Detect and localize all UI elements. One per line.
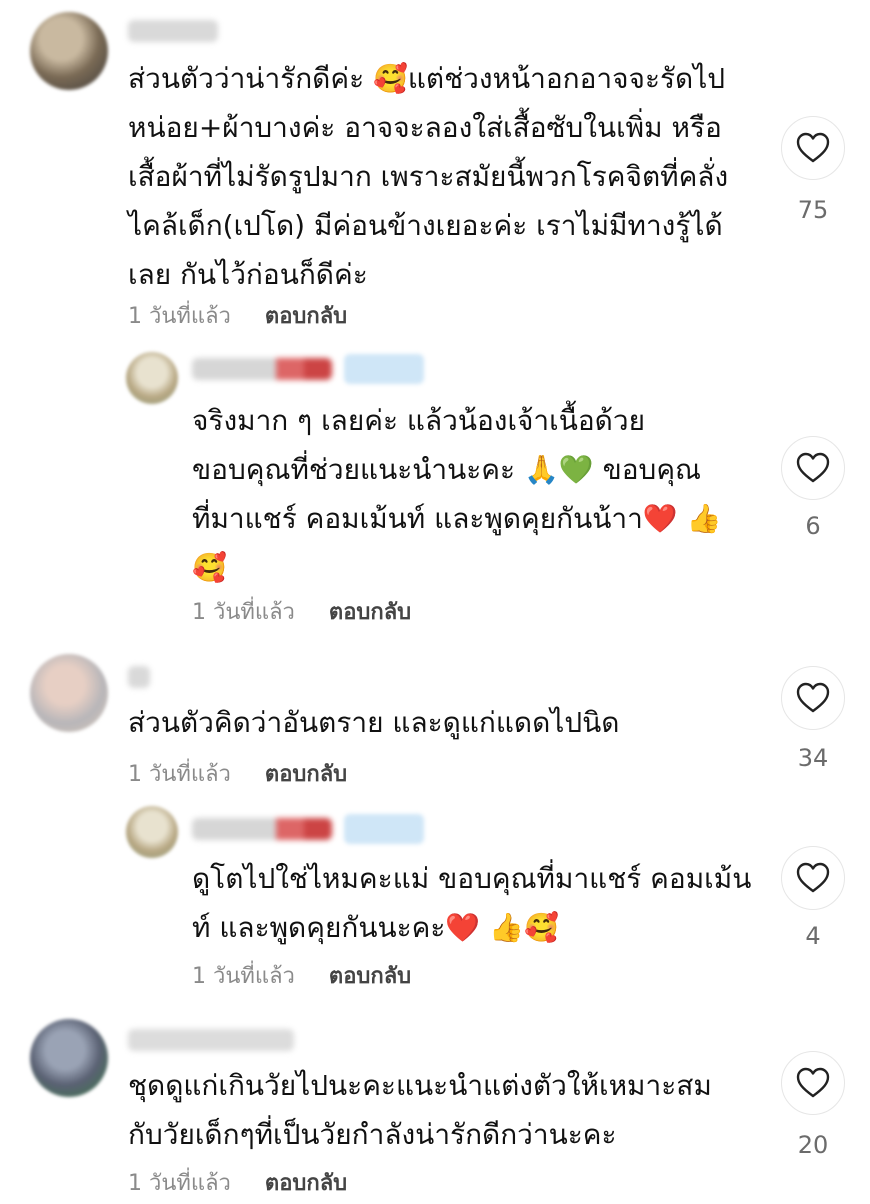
timestamp: 1 วันที่แล้ว: [128, 304, 231, 329]
like-count: 6: [805, 512, 821, 540]
heart-outline-icon: [796, 1067, 830, 1098]
heart-outline-icon: [796, 132, 830, 163]
reply-button[interactable]: ตอบกลับ: [329, 958, 411, 993]
timestamp: 1 วันที่แล้ว: [192, 964, 295, 989]
reply-button[interactable]: ตอบกลับ: [265, 298, 347, 333]
like-count: 34: [797, 744, 829, 772]
author-badge-blurred: [344, 814, 424, 844]
comment-text: จริงมาก ๆ เลยค่ะ แล้วน้องเจ้าเนื้อด้วย ข…: [192, 404, 722, 584]
reply-button[interactable]: ตอบกลับ: [329, 594, 411, 629]
reply-comment: จริงมาก ๆ เลยค่ะ แล้วน้องเจ้าเนื้อด้วย ข…: [0, 340, 870, 640]
comment-text: ชุดดูแก่เกินวัยไปนะคะแนะนำแต่งตัวให้เหมา…: [128, 1069, 712, 1151]
like-count: 4: [805, 922, 821, 950]
comment-text: ส่วนตัวคิดว่าอันตราย และดูแก่แดดไปนิด: [128, 706, 620, 739]
timestamp: 1 วันที่แล้ว: [128, 762, 231, 787]
heart-outline-icon: [796, 452, 830, 483]
like-count: 75: [797, 196, 829, 224]
like-button[interactable]: [781, 1051, 845, 1115]
comment-meta: 1 วันที่แล้ว ตอบกลับ: [192, 594, 411, 629]
comment-meta: 1 วันที่แล้ว ตอบกลับ: [128, 756, 347, 791]
username-blurred[interactable]: [128, 20, 218, 42]
author-badge-blurred: [344, 354, 424, 384]
comment-meta: 1 วันที่แล้ว ตอบกลับ: [128, 298, 347, 333]
avatar[interactable]: [30, 12, 108, 90]
like-button[interactable]: [781, 116, 845, 180]
username-blurred[interactable]: [192, 818, 332, 840]
like-button[interactable]: [781, 846, 845, 910]
comment-meta: 1 วันที่แล้ว ตอบกลับ: [192, 958, 411, 993]
like-count: 20: [797, 1131, 829, 1159]
username-blurred[interactable]: [128, 666, 150, 688]
heart-outline-icon: [796, 862, 830, 893]
comment: ส่วนตัวคิดว่าอันตราย และดูแก่แดดไปนิด 1 …: [0, 640, 870, 800]
comment-text: ส่วนตัวว่าน่ารักดีค่ะ 🥰แต่ช่วงหน้าอกอาจจ…: [128, 62, 729, 291]
reply-comment: ดูโตไปใช่ไหมคะแม่ ขอบคุณที่มาแชร์ คอมเม้…: [0, 800, 870, 1005]
reply-button[interactable]: ตอบกลับ: [265, 1165, 347, 1200]
like-button[interactable]: [781, 666, 845, 730]
username-blurred[interactable]: [192, 358, 332, 380]
avatar[interactable]: [30, 1019, 108, 1097]
heart-outline-icon: [796, 682, 830, 713]
avatar[interactable]: [126, 352, 178, 404]
avatar[interactable]: [126, 806, 178, 858]
timestamp: 1 วันที่แล้ว: [192, 600, 295, 625]
username-blurred[interactable]: [128, 1029, 294, 1051]
comment: ส่วนตัวว่าน่ารักดีค่ะ 🥰แต่ช่วงหน้าอกอาจจ…: [0, 0, 870, 340]
comment-meta: 1 วันที่แล้ว ตอบกลับ: [128, 1165, 347, 1200]
avatar[interactable]: [30, 654, 108, 732]
timestamp: 1 วันที่แล้ว: [128, 1171, 231, 1196]
reply-button[interactable]: ตอบกลับ: [265, 756, 347, 791]
like-button[interactable]: [781, 436, 845, 500]
comment-text: ดูโตไปใช่ไหมคะแม่ ขอบคุณที่มาแชร์ คอมเม้…: [192, 862, 752, 944]
comment: ชุดดูแก่เกินวัยไปนะคะแนะนำแต่งตัวให้เหมา…: [0, 1005, 870, 1204]
